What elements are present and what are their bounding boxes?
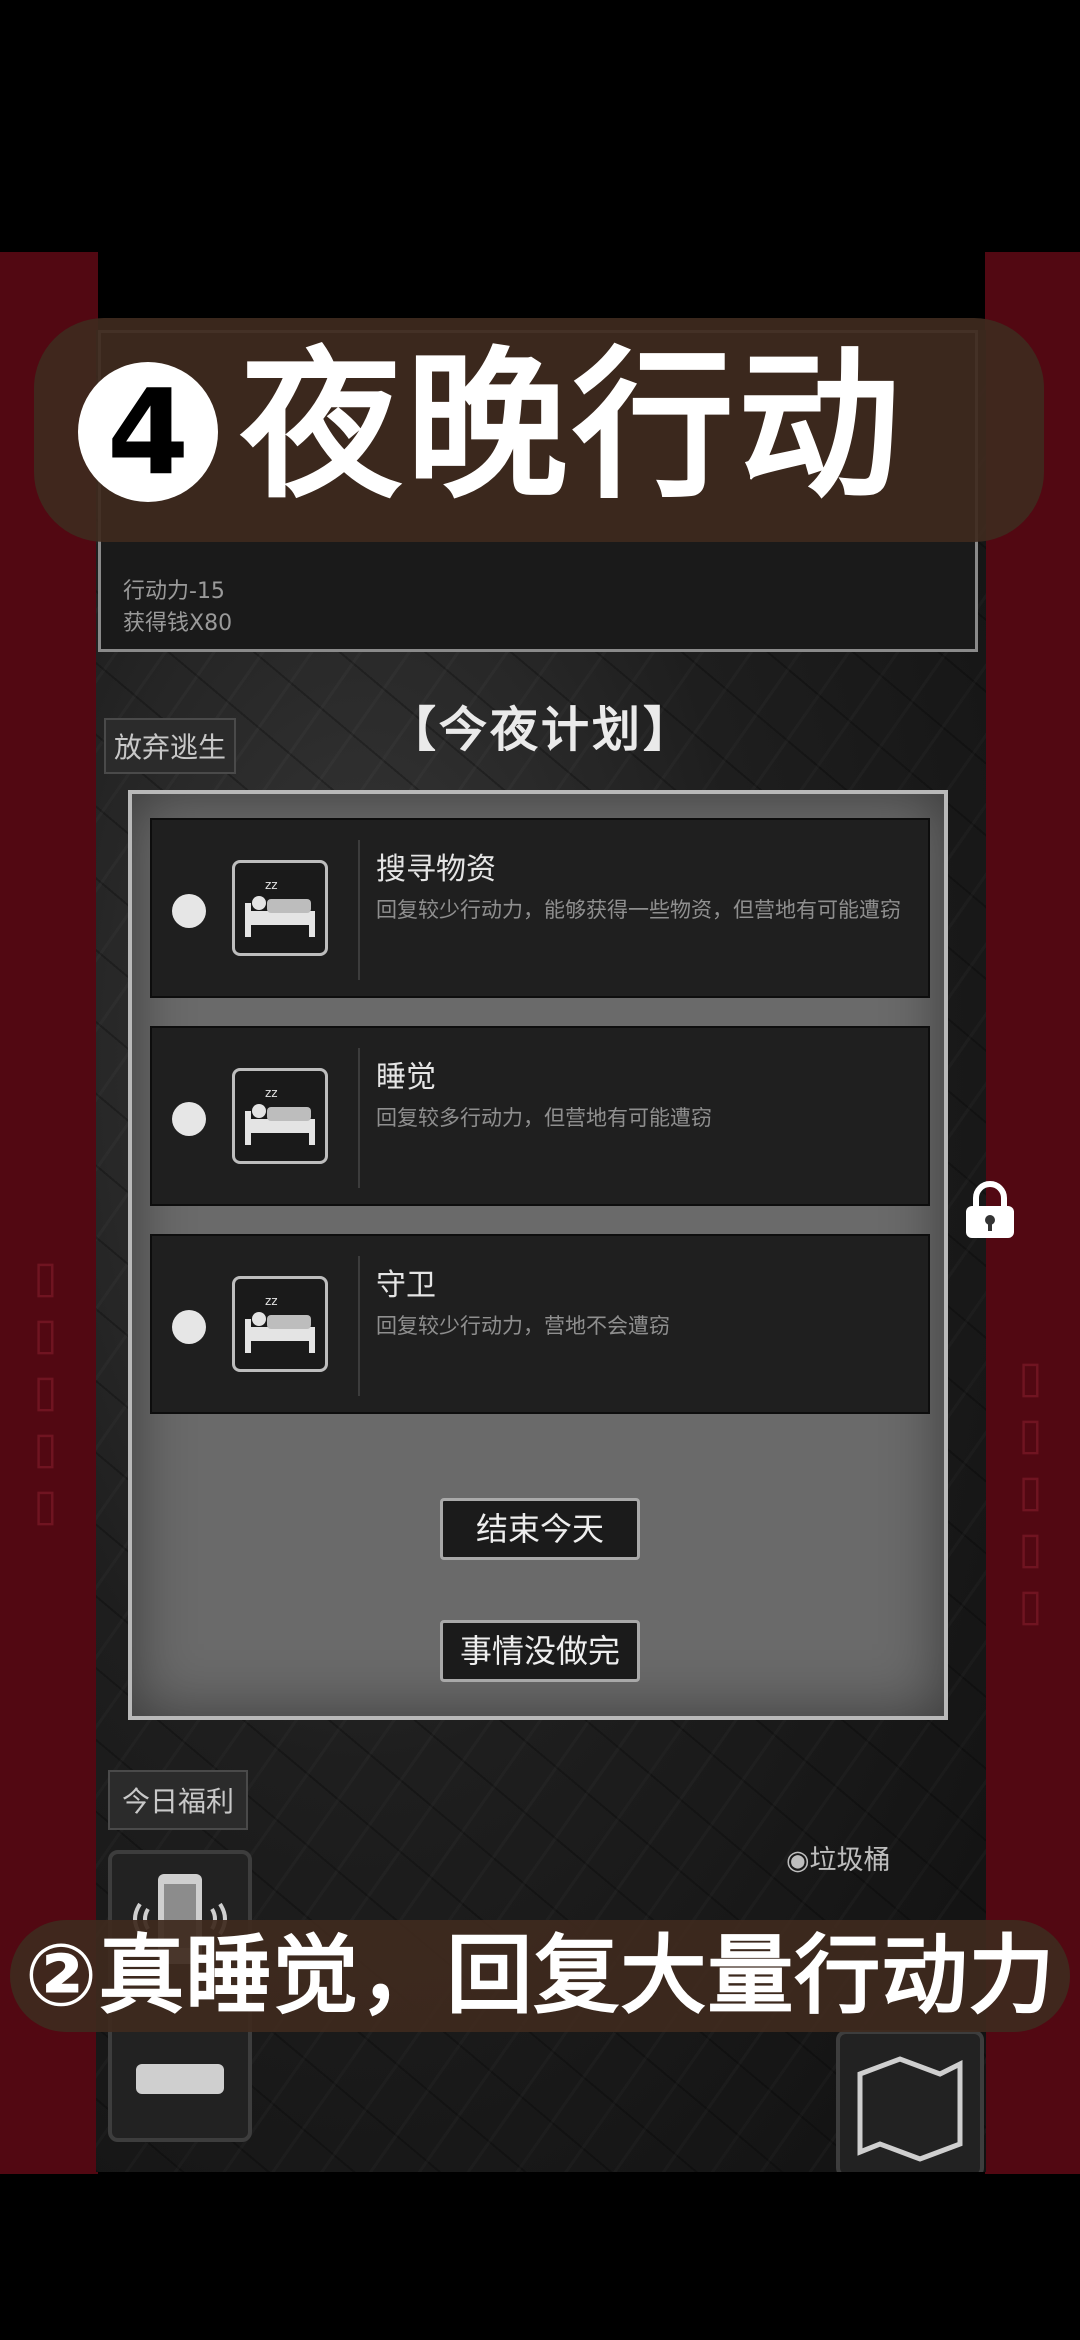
bottom-caption: ②真睡觉，回复大量行动力 — [10, 1920, 1070, 2032]
option-desc: 回复较少行动力，营地不会遭窃 — [376, 1314, 670, 1338]
step-number: 4 — [78, 362, 218, 502]
ghost-text: ▯▯▯▯▯ — [20, 1252, 71, 1537]
key-icon — [136, 2064, 224, 2094]
svg-text:zz: zz — [265, 1086, 278, 1100]
option-title: 睡觉 — [376, 1060, 436, 1095]
ghost-text: ▯▯▯▯▯ — [1005, 1352, 1056, 1637]
sleep-bed-icon: zz — [232, 1276, 328, 1372]
option-title: 搜寻物资 — [376, 852, 496, 887]
caption-title: 夜晚行动 — [240, 333, 904, 521]
top-caption: 4 夜晚行动 — [34, 318, 1044, 542]
trash-bin-label[interactable]: ◉垃圾桶 — [786, 1838, 891, 1877]
plan-option-sleep[interactable]: zz 睡觉 回复较多行动力，但营地有可能遭窃 — [150, 1026, 930, 1206]
log-line: 获得钱X80 — [123, 611, 233, 636]
night-plan-panel: zz 搜寻物资 回复较少行动力，能够获得一些物资，但营地有可能遭窃 zz 睡觉 … — [128, 790, 948, 1720]
end-day-button[interactable]: 结束今天 — [440, 1498, 640, 1560]
option-radio[interactable] — [172, 1102, 206, 1136]
lock-icon[interactable] — [962, 1180, 1018, 1240]
svg-text:zz: zz — [265, 878, 278, 892]
option-title: 守卫 — [376, 1268, 436, 1303]
plan-option-guard[interactable]: zz 守卫 回复较少行动力，营地不会遭窃 — [150, 1234, 930, 1414]
option-radio[interactable] — [172, 1310, 206, 1344]
divider — [358, 840, 360, 980]
left-side-panel: ▯▯▯▯▯ — [0, 252, 98, 2174]
not-done-button[interactable]: 事情没做完 — [440, 1620, 640, 1682]
option-radio[interactable] — [172, 894, 206, 928]
option-desc: 回复较少行动力，能够获得一些物资，但营地有可能遭窃 — [376, 898, 901, 922]
option-desc: 回复较多行动力，但营地有可能遭窃 — [376, 1106, 712, 1130]
game-screen: 行动力-15 获得钱X80 放弃逃生 【今夜计划】 zz 搜寻物资 回复较少行动… — [96, 330, 986, 2172]
svg-text:zz: zz — [265, 1294, 278, 1308]
map-tool[interactable] — [836, 2030, 984, 2172]
plan-option-search[interactable]: zz 搜寻物资 回复较少行动力，能够获得一些物资，但营地有可能遭窃 — [150, 818, 930, 998]
map-icon — [857, 2056, 963, 2162]
log-line: 行动力-15 — [123, 579, 225, 604]
divider — [358, 1256, 360, 1396]
divider — [358, 1048, 360, 1188]
sleep-bed-icon: zz — [232, 860, 328, 956]
sleep-bed-icon: zz — [232, 1068, 328, 1164]
daily-welfare-button[interactable]: 今日福利 — [108, 1770, 249, 1830]
plan-title: 【今夜计划】 — [387, 702, 694, 758]
